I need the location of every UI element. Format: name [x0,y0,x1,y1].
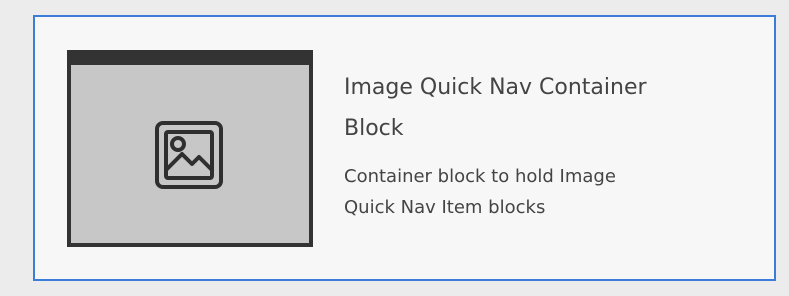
block-title-line-1: Image Quick Nav Container [344,75,647,100]
block-title: Image Quick Nav Container Block [344,67,744,149]
block-thumbnail [67,50,313,247]
image-icon [155,121,223,189]
block-description-line-1: Container block to hold Image [344,166,616,187]
block-description-line-2: Quick Nav Item blocks [344,197,546,218]
block-description: Container block to hold Image Quick Nav … [344,161,744,223]
image-quick-nav-container-block-option[interactable]: Image Quick Nav Container Block Containe… [33,15,776,281]
block-title-line-2: Block [344,116,404,141]
block-text: Image Quick Nav Container Block Containe… [344,67,744,223]
